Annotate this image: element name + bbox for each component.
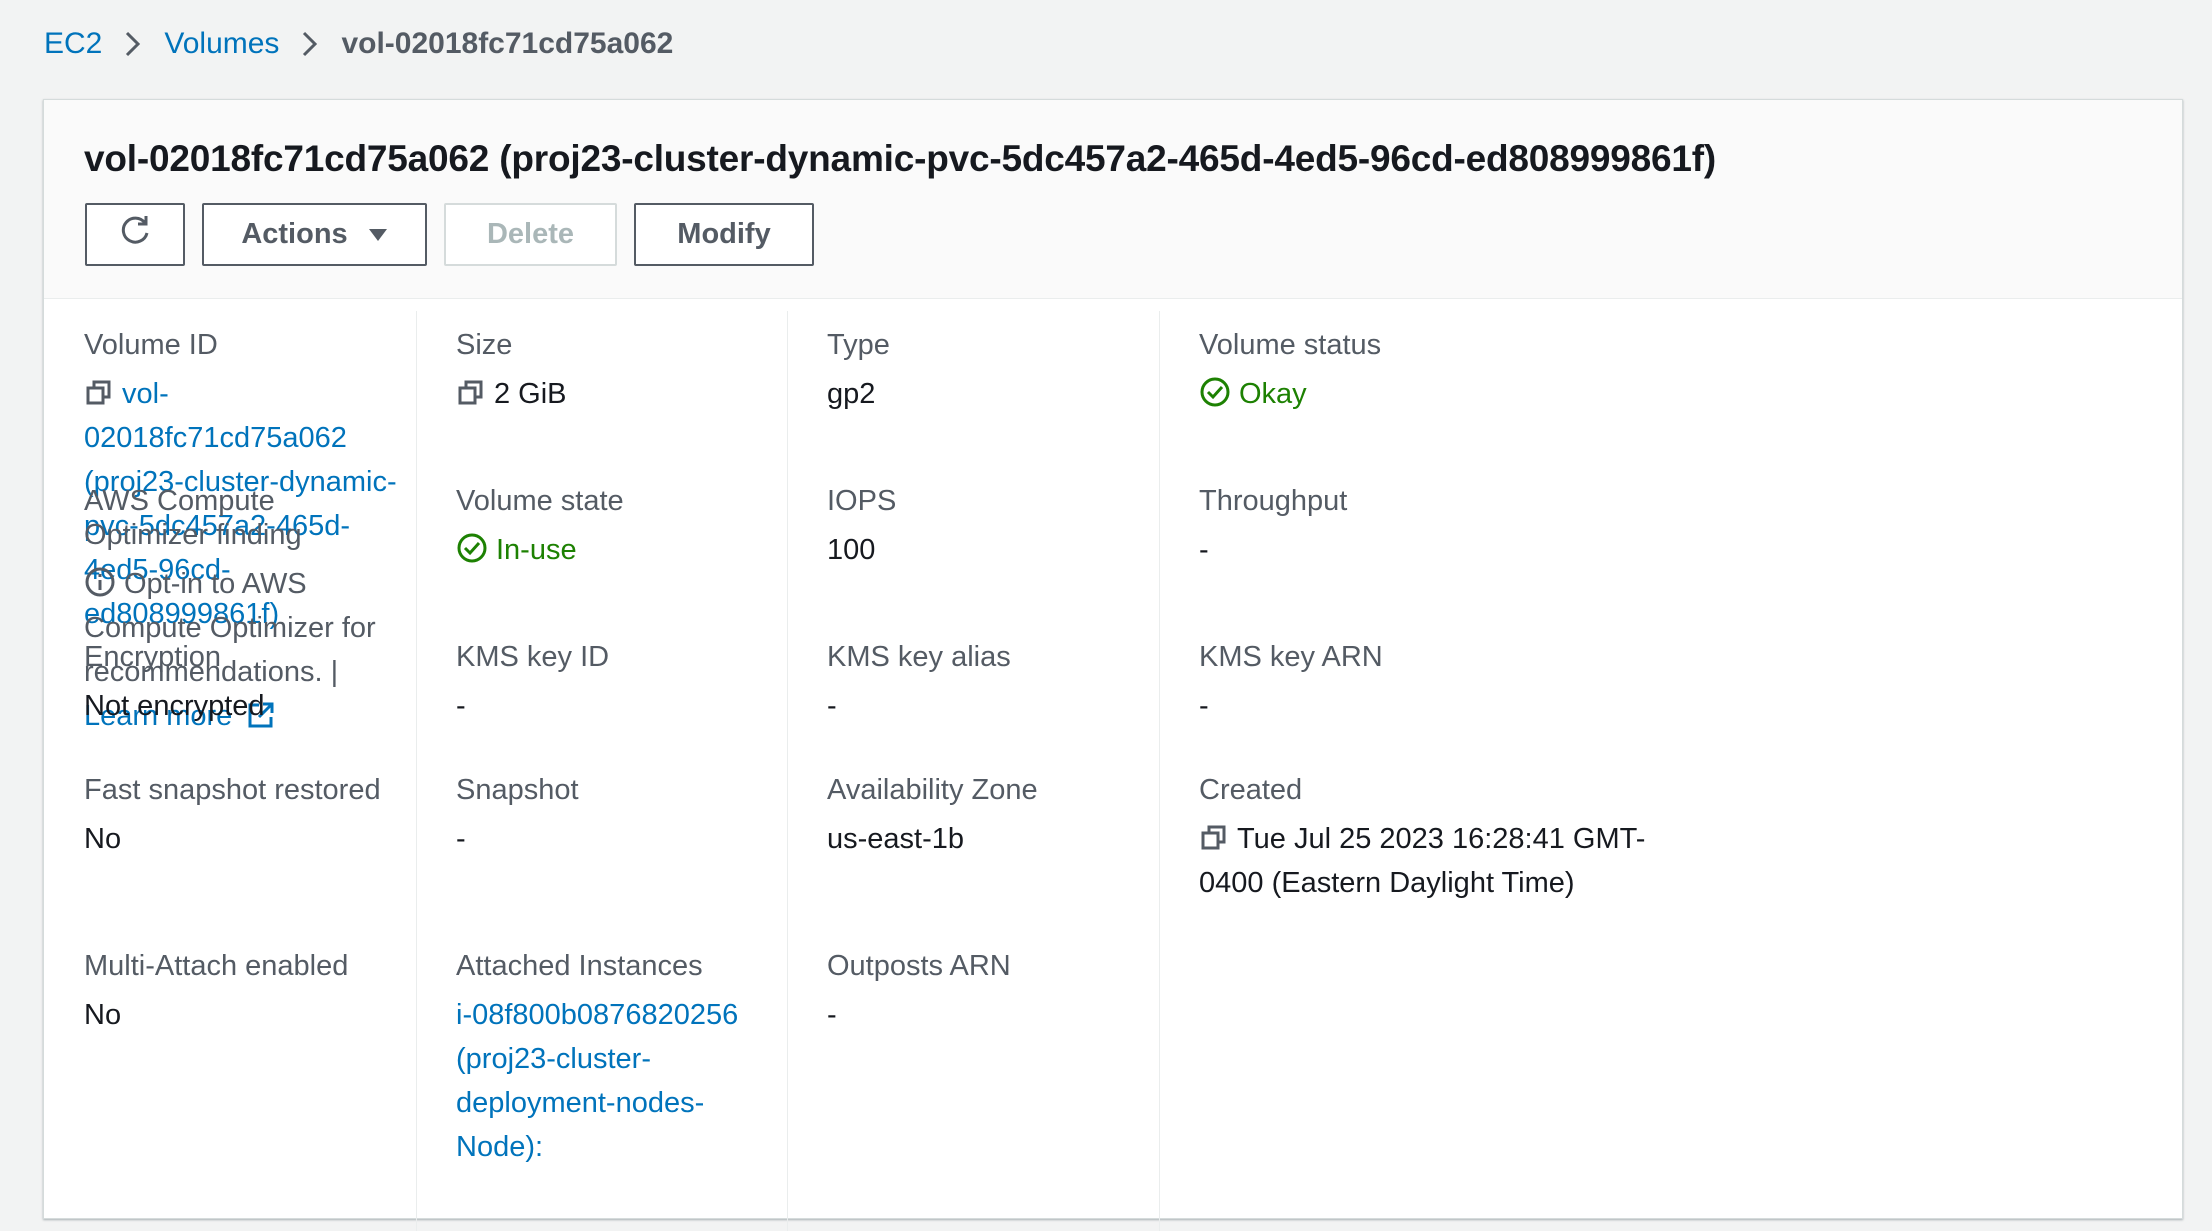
attached-instance-link[interactable]: i-08f800b0876820256 (proj23-cluster-depl… (456, 999, 738, 1163)
field-outposts-arn: Outposts ARN - (827, 949, 1307, 1037)
chevron-right-icon (124, 30, 142, 58)
refresh-icon (117, 213, 153, 257)
field-kms-key-arn: KMS key ARN - (1199, 640, 1679, 728)
volume-details-panel: vol-02018fc71cd75a062 (proj23-cluster-dy… (43, 99, 2183, 1231)
delete-button[interactable]: Delete (444, 203, 617, 266)
actions-dropdown-button[interactable]: Actions (202, 203, 427, 266)
size-value: 2 GiB (494, 378, 567, 410)
field-created: Created Tue Jul 25 2023 16:28:41 GMT-040… (1199, 773, 1699, 905)
throughput-value: - (1199, 534, 1209, 566)
refresh-button[interactable] (85, 203, 185, 266)
breadcrumb-current: vol-02018fc71cd75a062 (341, 27, 674, 60)
field-label: AWS Compute Optimizer finding (84, 485, 302, 551)
copy-icon[interactable] (1199, 823, 1229, 853)
actions-label: Actions (241, 218, 348, 250)
check-circle-icon (456, 532, 488, 564)
field-label: KMS key ARN (1199, 641, 1383, 673)
breadcrumb: EC2 Volumes vol-02018fc71cd75a062 (44, 24, 673, 64)
copy-icon[interactable] (456, 378, 486, 408)
chevron-right-icon (301, 30, 319, 58)
breadcrumb-ec2-link[interactable]: EC2 (44, 27, 102, 61)
column-divider (416, 311, 417, 1231)
volume-state-value: In-use (496, 534, 577, 566)
volume-status-value: Okay (1239, 378, 1307, 410)
column-divider (787, 311, 788, 1231)
field-label: Outposts ARN (827, 950, 1011, 982)
modify-button[interactable]: Modify (634, 203, 814, 266)
field-label: Volume ID (84, 329, 218, 361)
field-attached-instances: Attached Instances i-08f800b0876820256 (… (456, 949, 776, 1169)
panel-header: vol-02018fc71cd75a062 (proj23-cluster-dy… (44, 100, 2182, 299)
details-grid: Volume ID vol-02018fc71cd75a062 (proj23-… (44, 311, 2184, 1231)
info-icon (84, 566, 116, 598)
check-circle-icon (1199, 376, 1231, 408)
field-throughput: Throughput - (1199, 484, 1679, 572)
caret-down-icon (368, 228, 388, 242)
field-volume-status: Volume status Okay (1199, 328, 1679, 416)
field-label: Attached Instances (456, 950, 703, 982)
copy-icon[interactable] (84, 378, 114, 408)
created-value: Tue Jul 25 2023 16:28:41 GMT-0400 (Easte… (1199, 823, 1646, 899)
field-label: Created (1199, 774, 1303, 806)
page-title: vol-02018fc71cd75a062 (proj23-cluster-dy… (84, 138, 1717, 179)
column-divider (1159, 311, 1160, 1231)
breadcrumb-volumes-link[interactable]: Volumes (164, 27, 279, 61)
toolbar: Actions Delete Modify (85, 203, 831, 266)
kms-key-arn-value: - (1199, 690, 1209, 722)
field-label: Volume status (1199, 329, 1382, 361)
field-label: Throughput (1199, 485, 1348, 517)
outposts-arn-value: - (827, 999, 837, 1031)
